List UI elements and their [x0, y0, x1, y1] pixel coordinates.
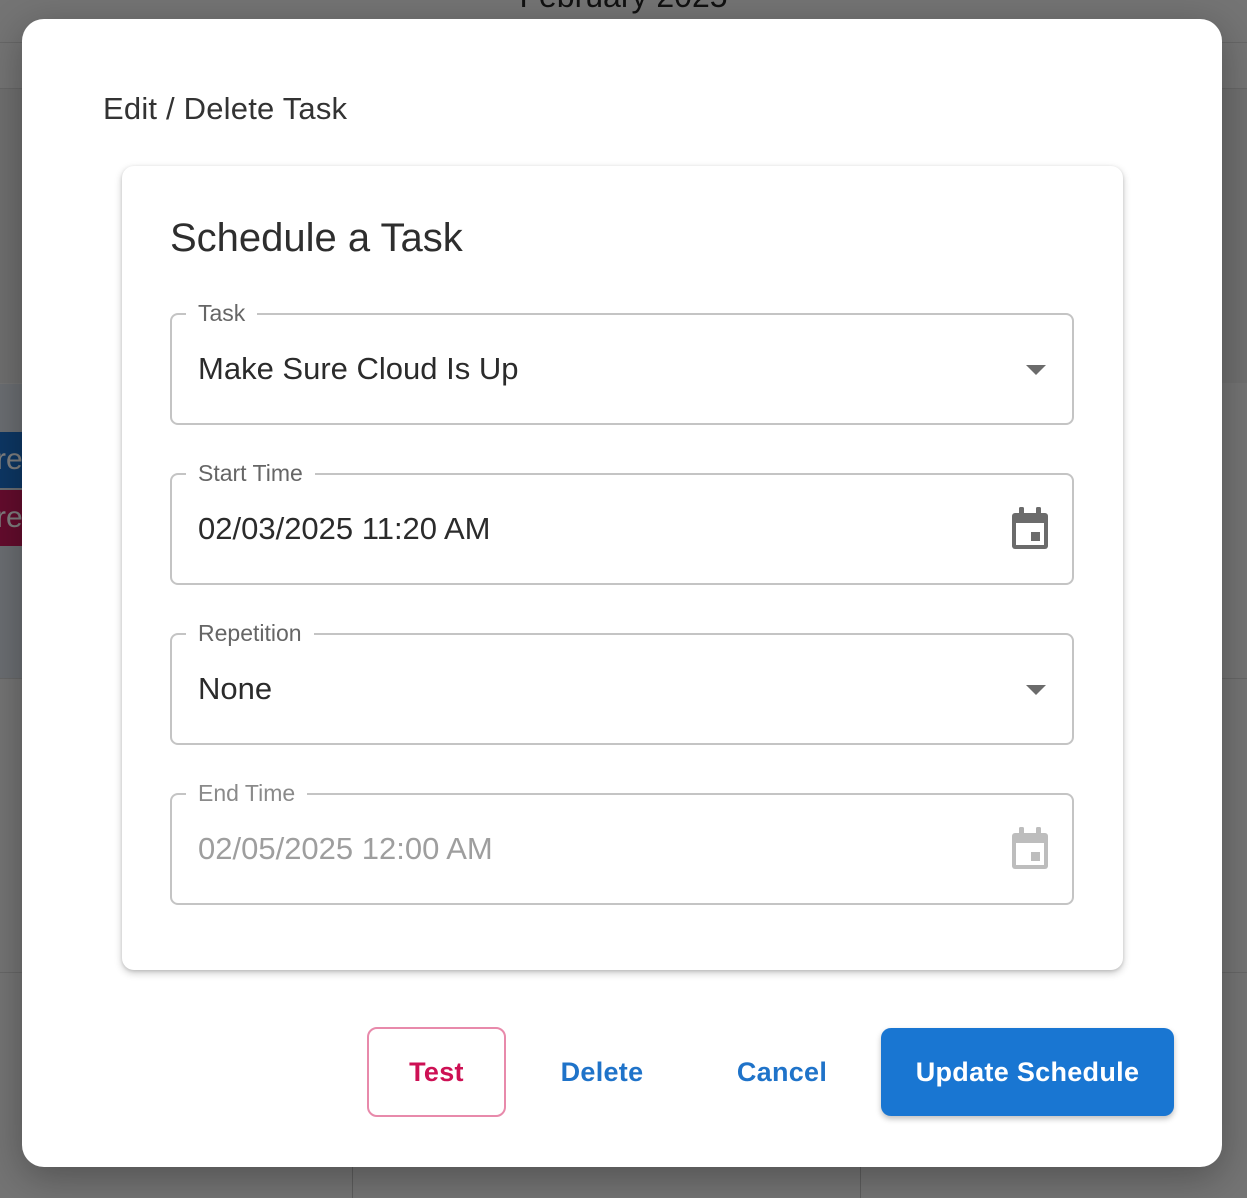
repetition-value: None [198, 671, 273, 706]
end-time-label: End Time [186, 779, 308, 807]
task-value: Make Sure Cloud Is Up [198, 351, 519, 386]
repetition-select[interactable]: Repetition None [170, 619, 1074, 745]
chevron-down-icon[interactable] [1026, 685, 1046, 695]
end-time-value: 02/05/2025 12:00 AM [198, 831, 493, 866]
task-label: Task [186, 299, 258, 327]
card-title: Schedule a Task [170, 216, 463, 260]
calendar-icon [1012, 827, 1048, 869]
test-button[interactable]: Test [367, 1027, 506, 1117]
delete-button[interactable]: Delete [532, 1027, 672, 1117]
repetition-label: Repetition [186, 619, 314, 647]
start-time-value: 02/03/2025 11:20 AM [198, 511, 491, 546]
end-time-field: End Time 02/05/2025 12:00 AM [170, 779, 1074, 905]
edit-task-dialog: Edit / Delete Task Schedule a Task Task … [22, 19, 1222, 1167]
task-select[interactable]: Task Make Sure Cloud Is Up [170, 299, 1074, 425]
dialog-title: Edit / Delete Task [103, 91, 348, 126]
cancel-button[interactable]: Cancel [712, 1027, 852, 1117]
start-time-field[interactable]: Start Time 02/03/2025 11:20 AM [170, 459, 1074, 585]
schedule-task-card: Schedule a Task Task Make Sure Cloud Is … [122, 166, 1123, 970]
update-schedule-button[interactable]: Update Schedule [881, 1028, 1174, 1116]
chevron-down-icon[interactable] [1026, 365, 1046, 375]
calendar-icon[interactable] [1010, 507, 1050, 551]
start-time-label: Start Time [186, 459, 315, 487]
